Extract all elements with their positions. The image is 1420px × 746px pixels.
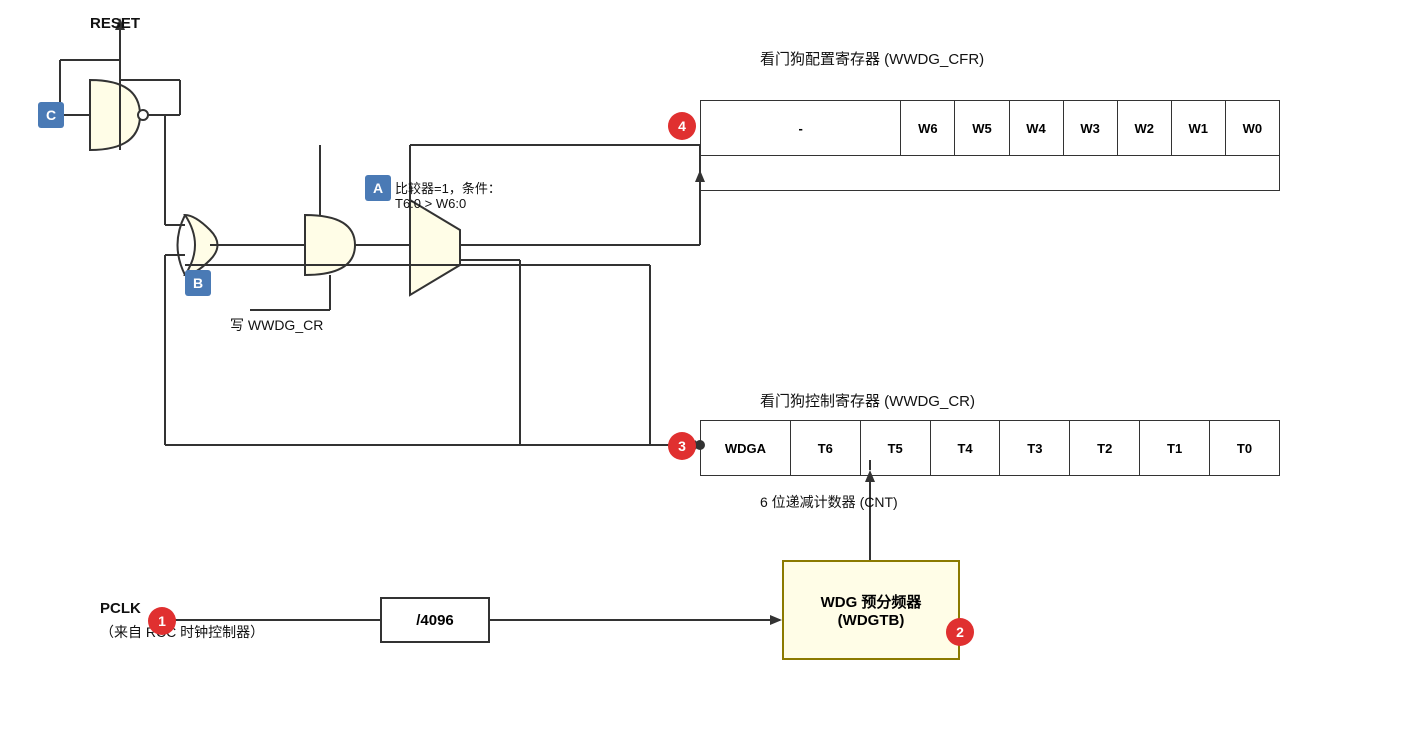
badge-b: B: [185, 270, 211, 296]
cfr-cell-w2: W2: [1117, 101, 1171, 156]
cfr-cell-dash: -: [701, 101, 901, 156]
reset-label: RESET: [90, 15, 140, 32]
divider-box: /4096: [380, 597, 490, 643]
prescaler-line1: WDG 预分频器: [821, 591, 922, 612]
circle-1: 1: [148, 607, 176, 635]
pclk-sub-label: （来自 RCC 时钟控制器）: [100, 622, 264, 642]
comparator-label: 比较器=1，条件：: [395, 178, 501, 197]
cfr-register: - W6 W5 W4 W3 W2 W1 W0: [700, 100, 1280, 191]
cr-title: 看门狗控制寄存器 (WWDG_CR): [760, 390, 975, 411]
cr-cell-t1: T1: [1140, 421, 1210, 476]
circle-2: 2: [946, 618, 974, 646]
cfr-cell-w5: W5: [955, 101, 1009, 156]
write-cr-label: 写 WWDG_CR: [230, 315, 323, 335]
circle-3: 3: [668, 432, 696, 460]
cfr-cell-w6: W6: [901, 101, 955, 156]
pclk-label: PCLK: [100, 600, 141, 617]
badge-c: C: [38, 102, 64, 128]
cnt-label: 6 位递减计数器 (CNT): [760, 492, 898, 512]
cr-cell-t3: T3: [1000, 421, 1070, 476]
prescaler-box: WDG 预分频器 (WDGTB): [782, 560, 960, 660]
cr-cell-wdga: WDGA: [701, 421, 791, 476]
cr-cell-t6: T6: [790, 421, 860, 476]
cr-cell-t5: T5: [860, 421, 930, 476]
cfr-cell-w4: W4: [1009, 101, 1063, 156]
diagram: RESET C B A 比较器=1，条件： T6:0 > W6:0 写 WWDG…: [0, 0, 1420, 746]
cfr-cell-w0: W0: [1225, 101, 1279, 156]
cfr-title: 看门狗配置寄存器 (WWDG_CFR): [760, 48, 984, 69]
cr-cell-t2: T2: [1070, 421, 1140, 476]
comparator-condition: T6:0 > W6:0: [395, 196, 466, 211]
cfr-cell-w3: W3: [1063, 101, 1117, 156]
prescaler-line2: (WDGTB): [838, 612, 905, 629]
badge-a: A: [365, 175, 391, 201]
cfr-cell-w1: W1: [1171, 101, 1225, 156]
cr-cell-t0: T0: [1210, 421, 1280, 476]
cr-register: WDGA T6 T5 T4 T3 T2 T1 T0: [700, 420, 1280, 476]
circle-4: 4: [668, 112, 696, 140]
cr-cell-t4: T4: [930, 421, 1000, 476]
